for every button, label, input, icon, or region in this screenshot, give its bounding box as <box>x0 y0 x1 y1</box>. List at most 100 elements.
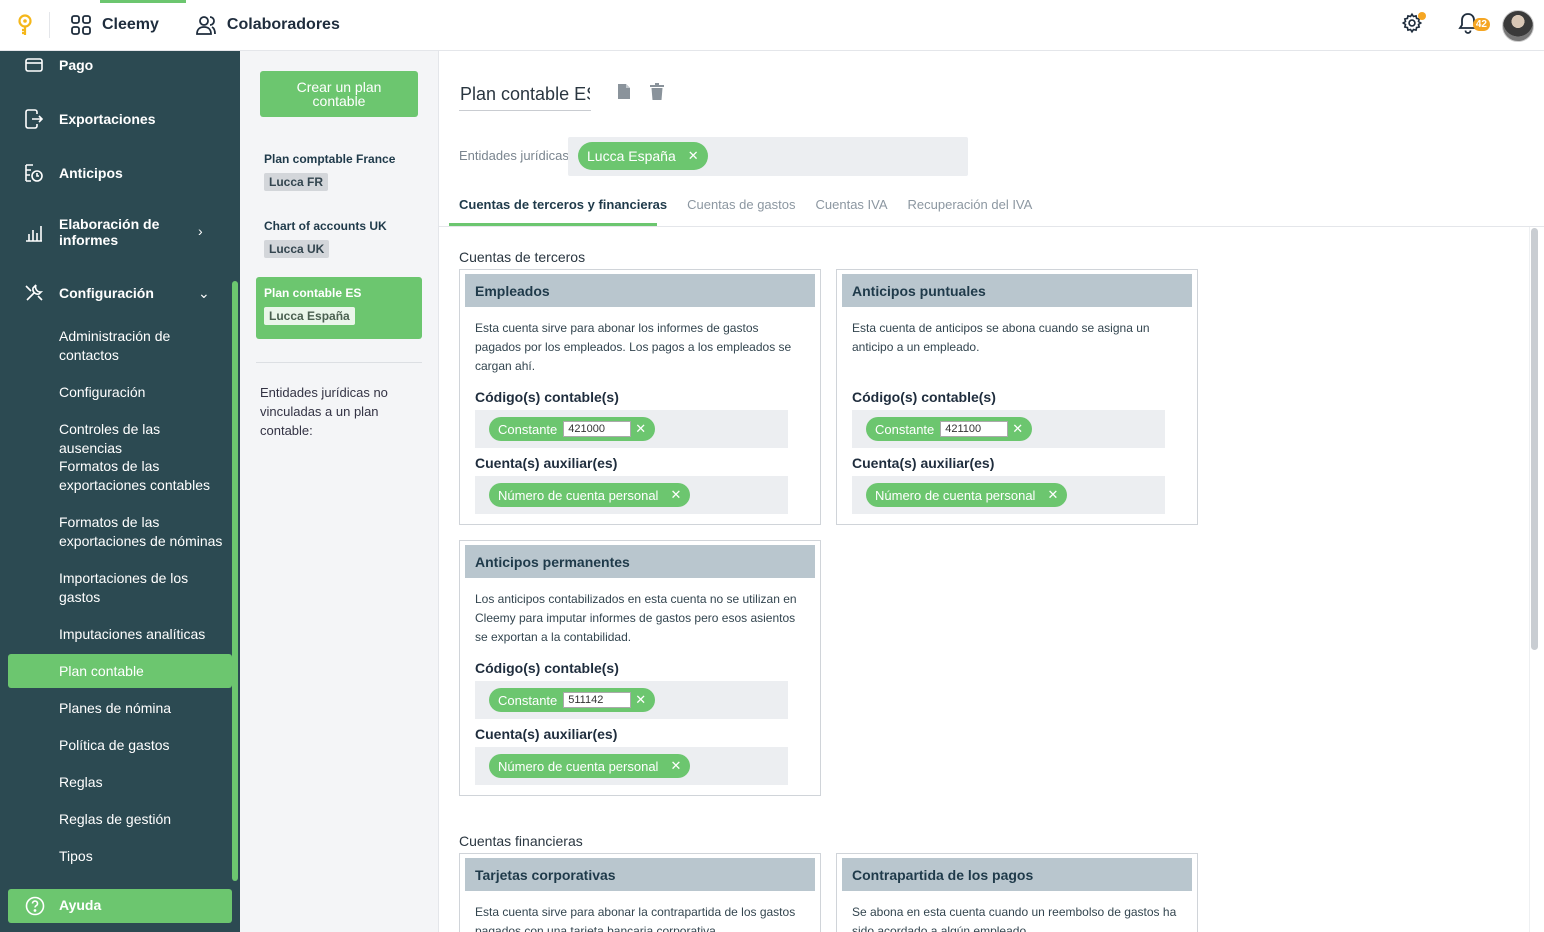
account-code-input[interactable] <box>563 692 632 708</box>
sub-item-reglas[interactable]: Reglas <box>59 773 224 792</box>
constant-label: Constante <box>498 692 558 708</box>
legal-entities-field[interactable]: Lucca España ✕ <box>568 137 968 176</box>
constant-label: Constante <box>875 421 935 437</box>
sidebar-item-label: Anticipos <box>59 165 123 181</box>
sub-item-exportaciones-nominas[interactable]: Formatos de las exportaciones de nóminas <box>59 513 224 551</box>
account-tabs: Cuentas de terceros y financieras Cuenta… <box>459 197 1032 221</box>
remove-aux-icon[interactable]: ✕ <box>1047 487 1058 503</box>
help-label: Ayuda <box>59 897 102 913</box>
sidebar-item-label: Elaboración de informes <box>59 216 160 248</box>
sidebar-item-exportaciones[interactable]: Exportaciones <box>0 109 232 129</box>
sub-item-contactos[interactable]: Administración de contactos <box>59 327 224 365</box>
chart-icon <box>24 223 44 243</box>
account-card-empleados: Empleados Esta cuenta sirve para abonar … <box>459 269 821 525</box>
sidebar-item-configuracion[interactable]: Configuración ⌄ <box>0 283 232 303</box>
settings-button[interactable] <box>1394 8 1430 44</box>
account-code-input[interactable] <box>940 421 1009 437</box>
remove-code-icon[interactable]: ✕ <box>635 692 646 708</box>
sidebar-item-pago[interactable]: Pago <box>0 55 232 75</box>
aux-label: Cuenta(s) auxiliar(es) <box>475 455 618 471</box>
credit-card-icon <box>24 55 44 75</box>
plan-title-input[interactable] <box>459 79 591 111</box>
sidebar-item-informes[interactable]: Elaboración de informes › <box>0 215 232 249</box>
divider <box>256 362 422 363</box>
notifications-button[interactable]: 42 <box>1450 8 1490 44</box>
aux-chip-label: Número de cuenta personal <box>875 487 1036 503</box>
settings-alert-dot <box>1418 11 1426 20</box>
sub-item-tipos[interactable]: Tipos <box>59 847 224 866</box>
main-scrollbar[interactable] <box>1531 228 1538 650</box>
aux-chip: Número de cuenta personal ✕ <box>489 754 691 778</box>
tab-terceros-financieras[interactable]: Cuentas de terceros y financieras <box>459 197 667 221</box>
aux-field[interactable]: Número de cuenta personal ✕ <box>475 747 788 785</box>
tab-gastos[interactable]: Cuentas de gastos <box>687 197 795 221</box>
code-field[interactable]: Constante ✕ <box>475 681 788 719</box>
colaboradores-label: Colaboradores <box>226 16 340 33</box>
remove-code-icon[interactable]: ✕ <box>635 421 646 437</box>
sidebar-scrollbar[interactable] <box>232 281 238 881</box>
plans-list-panel: Crear un plan contable Plan comptable Fr… <box>240 51 439 932</box>
colaboradores-link[interactable]: Colaboradores <box>195 14 340 36</box>
card-title: Contrapartida de los pagos <box>842 858 1192 891</box>
sidebar-item-anticipos[interactable]: Anticipos <box>0 163 232 183</box>
app-switcher-button[interactable]: Cleemy <box>70 14 159 36</box>
chevron-down-icon: ⌄ <box>198 284 210 301</box>
tab-iva[interactable]: Cuentas IVA <box>816 197 888 221</box>
help-button[interactable]: Ayuda <box>8 889 232 923</box>
tabs-divider <box>439 226 1544 227</box>
remove-code-icon[interactable]: ✕ <box>1012 421 1023 437</box>
plan-item-es[interactable]: Plan contable ES Lucca España <box>256 277 422 339</box>
aux-chip: Número de cuenta personal ✕ <box>489 483 691 507</box>
sidebar-item-label: Exportaciones <box>59 111 156 127</box>
duplicate-icon[interactable] <box>617 83 631 105</box>
plan-detail-panel: Entidades jurídicas: Lucca España ✕ Cuen… <box>439 51 1544 932</box>
card-title: Empleados <box>465 274 815 307</box>
sub-item-configuracion[interactable]: Configuración <box>59 383 224 402</box>
sub-item-reglas-gestion[interactable]: Reglas de gestión <box>59 810 224 829</box>
plan-entity-tag: Lucca UK <box>264 240 330 258</box>
grid-icon <box>70 14 92 36</box>
plan-item-france[interactable]: Plan comptable France Lucca FR <box>256 143 422 205</box>
constant-chip: Constante ✕ <box>866 417 1033 441</box>
sidebar-item-label: Pago <box>59 57 94 73</box>
sub-item-plan-contable[interactable]: Plan contable <box>59 662 224 681</box>
card-description: Esta cuenta de anticipos se abona cuando… <box>852 321 1150 354</box>
lucca-logo-icon[interactable] <box>0 12 50 38</box>
advance-icon <box>24 163 44 183</box>
aux-label: Cuenta(s) auxiliar(es) <box>475 726 618 742</box>
create-plan-button[interactable]: Crear un plan contable <box>260 71 418 117</box>
plan-name: Plan comptable France <box>264 152 396 166</box>
card-description: Se abona en esta cuenta cuando un reembo… <box>852 905 1177 932</box>
remove-aux-icon[interactable]: ✕ <box>670 758 681 774</box>
code-field[interactable]: Constante ✕ <box>475 410 788 448</box>
code-field[interactable]: Constante ✕ <box>852 410 1165 448</box>
aux-field[interactable]: Número de cuenta personal ✕ <box>475 476 788 514</box>
trash-icon[interactable] <box>650 83 664 105</box>
remove-entity-icon[interactable]: ✕ <box>688 148 699 164</box>
sub-item-exportaciones-contables[interactable]: Formatos de las exportaciones contables <box>59 457 224 495</box>
sub-item-importaciones[interactable]: Importaciones de los gastos <box>59 569 224 607</box>
section-title-terceros: Cuentas de terceros <box>459 249 586 265</box>
constant-chip: Constante ✕ <box>489 417 656 441</box>
card-title: Anticipos permanentes <box>465 545 815 578</box>
sidebar-item-label: Configuración <box>59 285 154 301</box>
account-code-input[interactable] <box>563 421 632 437</box>
user-avatar[interactable] <box>1502 9 1534 42</box>
app-name: Cleemy <box>102 16 159 33</box>
tab-recuperacion-iva[interactable]: Recuperación del IVA <box>908 197 1033 221</box>
card-description: Los anticipos contabilizados en esta cue… <box>475 592 797 644</box>
sub-item-ausencias[interactable]: Controles de las ausencias <box>59 420 224 458</box>
unlinked-entities-text: Entidades jurídicas no vinculadas a un p… <box>260 385 388 438</box>
card-description: Esta cuenta sirve para abonar los inform… <box>475 321 792 373</box>
sub-item-planes-nomina[interactable]: Planes de nómina <box>59 699 224 718</box>
sub-item-imputaciones[interactable]: Imputaciones analíticas <box>59 625 224 644</box>
section-title-financieras: Cuentas financieras <box>459 833 583 849</box>
remove-aux-icon[interactable]: ✕ <box>670 487 681 503</box>
aux-field[interactable]: Número de cuenta personal ✕ <box>852 476 1165 514</box>
sub-item-politica[interactable]: Política de gastos <box>59 736 224 755</box>
code-label: Código(s) contable(s) <box>475 389 619 405</box>
card-description: Esta cuenta sirve para abonar la contrap… <box>475 905 796 932</box>
constant-label: Constante <box>498 421 558 437</box>
plan-item-uk[interactable]: Chart of accounts UK Lucca UK <box>256 210 422 272</box>
notification-count-badge: 42 <box>1472 17 1490 31</box>
